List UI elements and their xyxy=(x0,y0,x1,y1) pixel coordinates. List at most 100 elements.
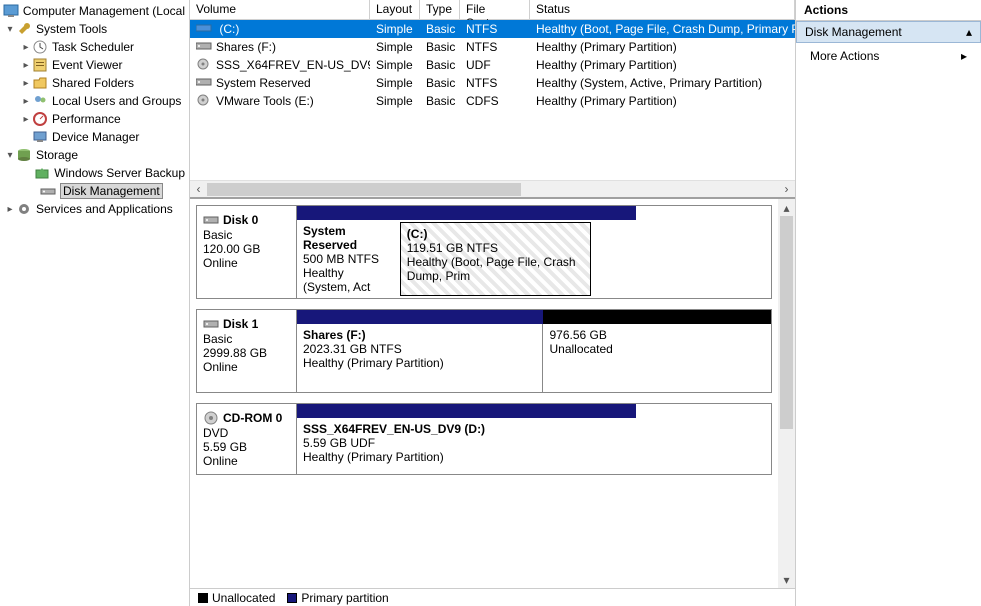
disk-row[interactable]: Disk 0Basic120.00 GBOnlineSystem Reserve… xyxy=(196,205,772,299)
volume-icon xyxy=(196,76,212,90)
scroll-thumb[interactable] xyxy=(780,216,793,429)
volume-name: (C:) xyxy=(216,22,239,36)
volume-list-hscroll[interactable]: ‹ › xyxy=(190,180,795,197)
partition-status: Healthy (System, Act xyxy=(303,266,392,294)
scroll-down-icon[interactable]: ▾ xyxy=(778,571,795,588)
tree-performance[interactable]: ▸ Performance xyxy=(0,110,189,128)
cell-layout: Simple xyxy=(370,76,420,90)
chevron-right-icon[interactable]: ▸ xyxy=(20,42,32,53)
shared-folder-icon xyxy=(32,75,48,91)
disk-legend: Unallocated Primary partition xyxy=(190,588,795,606)
disk-partition[interactable]: (C:)119.51 GB NTFSHealthy (Boot, Page Fi… xyxy=(400,222,592,296)
device-manager-icon xyxy=(32,129,48,145)
volume-name: VMware Tools (E:) xyxy=(216,94,314,108)
disk-partition[interactable]: SSS_X64FREV_EN-US_DV9 (D:)5.59 GB UDFHea… xyxy=(297,418,586,474)
legend-swatch-unallocated xyxy=(198,593,208,603)
col-type[interactable]: Type xyxy=(420,0,460,19)
disk-partition[interactable]: Shares (F:)2023.31 GB NTFSHealthy (Prima… xyxy=(297,324,542,392)
actions-title: Actions xyxy=(796,0,981,21)
partition-name: Shares (F:) xyxy=(303,328,536,342)
tree-ws-backup[interactable]: Windows Server Backup xyxy=(0,164,189,182)
chevron-down-icon[interactable]: ▾ xyxy=(4,24,16,35)
volume-name: SSS_X64FREV_EN-US_DV9 (D:) xyxy=(216,58,370,72)
disk-row[interactable]: Disk 1Basic2999.88 GBOnlineShares (F:)20… xyxy=(196,309,772,393)
disk-label: CD-ROM 0DVD5.59 GBOnline xyxy=(197,404,297,474)
tree-event-viewer[interactable]: ▸ Event Viewer xyxy=(0,56,189,74)
volume-row[interactable]: VMware Tools (E:) SimpleBasicCDFSHealthy … xyxy=(190,92,795,110)
cell-type: Basic xyxy=(420,40,460,54)
disk-name: CD-ROM 0 xyxy=(223,411,282,425)
volume-icon xyxy=(196,94,212,108)
cell-status: Healthy (Primary Partition) xyxy=(530,94,795,108)
tree-shared-folders[interactable]: ▸ Shared Folders xyxy=(0,74,189,92)
tree-local-users[interactable]: ▸ Local Users and Groups xyxy=(0,92,189,110)
tree-services-apps[interactable]: ▸ Services and Applications xyxy=(0,200,189,218)
storage-icon xyxy=(16,147,32,163)
partition-size: 976.56 GB xyxy=(549,328,765,342)
tree-root[interactable]: Computer Management (Local xyxy=(0,2,189,20)
cell-fs: CDFS xyxy=(460,94,530,108)
col-status[interactable]: Status xyxy=(530,0,795,19)
volume-row[interactable]: SSS_X64FREV_EN-US_DV9 (D:)SimpleBasicUDF… xyxy=(190,56,795,74)
col-volume[interactable]: Volume xyxy=(190,0,370,19)
scroll-left-icon[interactable]: ‹ xyxy=(190,181,207,198)
disk-state: Online xyxy=(203,256,290,270)
disk-bar xyxy=(297,404,771,418)
legend-label: Primary partition xyxy=(301,591,388,605)
col-layout[interactable]: Layout xyxy=(370,0,420,19)
partition-name: (C:) xyxy=(407,227,585,241)
tree-device-manager[interactable]: Device Manager xyxy=(0,128,189,146)
volume-row[interactable]: (C:)SimpleBasicNTFSHealthy (Boot, Page F… xyxy=(190,20,795,38)
performance-icon xyxy=(32,111,48,127)
scroll-up-icon[interactable]: ▴ xyxy=(778,199,795,216)
chevron-right-icon[interactable]: ▸ xyxy=(4,204,16,215)
disk-row[interactable]: CD-ROM 0DVD5.59 GBOnlineSSS_X64FREV_EN-U… xyxy=(196,403,772,475)
cell-type: Basic xyxy=(420,94,460,108)
services-icon xyxy=(16,201,32,217)
disk-partition[interactable]: 976.56 GBUnallocated xyxy=(542,324,771,392)
disk-name: Disk 1 xyxy=(223,317,258,331)
disk-bar xyxy=(297,206,771,220)
cell-layout: Simple xyxy=(370,58,420,72)
tree-task-scheduler[interactable]: ▸ Task Scheduler xyxy=(0,38,189,56)
legend-label: Unallocated xyxy=(212,591,275,605)
cell-status: Healthy (Primary Partition) xyxy=(530,58,795,72)
partition-size: 5.59 GB UDF xyxy=(303,436,580,450)
actions-section-label: Disk Management xyxy=(805,25,902,39)
chevron-down-icon[interactable]: ▾ xyxy=(4,150,16,161)
actions-panel: Actions Disk Management ▴ More Actions ▸ xyxy=(796,0,981,606)
cell-type: Basic xyxy=(420,76,460,90)
chevron-right-icon[interactable]: ▸ xyxy=(20,96,32,107)
volume-list-header: Volume Layout Type File System Status xyxy=(190,0,795,20)
partition-size: 2023.31 GB NTFS xyxy=(303,342,536,356)
scroll-right-icon[interactable]: › xyxy=(778,181,795,198)
chevron-right-icon[interactable]: ▸ xyxy=(20,60,32,71)
disk-size: 2999.88 GB xyxy=(203,346,290,360)
actions-more[interactable]: More Actions ▸ xyxy=(796,43,981,69)
cell-fs: UDF xyxy=(460,58,530,72)
disk-size: 120.00 GB xyxy=(203,242,290,256)
volume-icon xyxy=(196,58,212,72)
graphical-vscroll[interactable]: ▴ ▾ xyxy=(778,199,795,588)
cell-status: Healthy (Boot, Page File, Crash Dump, Pr… xyxy=(530,22,795,36)
cell-layout: Simple xyxy=(370,22,420,36)
volume-row[interactable]: Shares (F:)SimpleBasicNTFSHealthy (Prima… xyxy=(190,38,795,56)
partition-name: SSS_X64FREV_EN-US_DV9 (D:) xyxy=(303,422,580,436)
disk-partition[interactable]: System Reserved500 MB NTFSHealthy (Syste… xyxy=(297,220,398,298)
actions-section-disk-management[interactable]: Disk Management ▴ xyxy=(796,21,981,43)
tree-storage[interactable]: ▾ Storage xyxy=(0,146,189,164)
cell-type: Basic xyxy=(420,58,460,72)
cell-fs: NTFS xyxy=(460,76,530,90)
scroll-thumb[interactable] xyxy=(207,183,521,196)
hdd-icon xyxy=(203,316,219,332)
cell-layout: Simple xyxy=(370,94,420,108)
chevron-right-icon[interactable]: ▸ xyxy=(20,78,32,89)
chevron-right-icon[interactable]: ▸ xyxy=(20,114,32,125)
volume-icon xyxy=(196,40,212,54)
disk-label: Disk 0Basic120.00 GBOnline xyxy=(197,206,297,298)
col-fs[interactable]: File System xyxy=(460,0,530,19)
partition-status: Healthy (Primary Partition) xyxy=(303,450,580,464)
volume-row[interactable]: System ReservedSimpleBasicNTFSHealthy (S… xyxy=(190,74,795,92)
tree-system-tools[interactable]: ▾ System Tools xyxy=(0,20,189,38)
tree-disk-management[interactable]: Disk Management xyxy=(0,182,189,200)
